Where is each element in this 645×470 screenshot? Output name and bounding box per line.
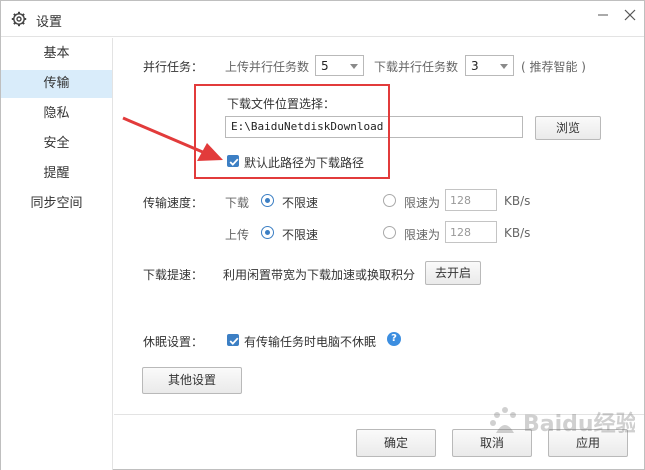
- sleep-settings-label: 休眠设置：: [143, 335, 204, 349]
- upload-limit-input[interactable]: 128: [445, 221, 497, 243]
- download-boost-description: 利用闲置带宽为下载加速或换取积分: [223, 268, 416, 282]
- download-unlimited-label: 不限速: [282, 196, 319, 210]
- sidebar-item-sync-space[interactable]: 同步空间: [1, 190, 112, 218]
- download-parallel-label: 下载并行任务数: [374, 60, 459, 74]
- upload-parallel-select[interactable]: 5: [315, 55, 364, 76]
- upload-limit-value: 128: [450, 226, 471, 239]
- upload-speed-unit: KB/s: [504, 226, 531, 240]
- sidebar-item-reminder[interactable]: 提醒: [1, 160, 112, 188]
- download-speed-label: 下载: [225, 196, 250, 210]
- minimize-icon[interactable]: [593, 5, 613, 25]
- close-icon[interactable]: [620, 5, 640, 25]
- upload-unlimited-radio[interactable]: [261, 226, 274, 239]
- title-bar: 设置: [1, 1, 644, 37]
- download-boost-label: 下载提速：: [143, 268, 204, 282]
- help-icon[interactable]: ?: [387, 332, 401, 346]
- upload-parallel-value: 5: [321, 59, 329, 73]
- download-limit-radio[interactable]: [383, 194, 396, 207]
- upload-unlimited-label: 不限速: [282, 228, 319, 242]
- download-unlimited-radio[interactable]: [261, 194, 274, 207]
- no-sleep-label: 有传输任务时电脑不休眠: [244, 335, 377, 349]
- download-limit-label: 限速为: [404, 196, 441, 210]
- parallel-hint: ( 推荐智能 ): [521, 60, 586, 74]
- upload-limit-radio[interactable]: [383, 226, 396, 239]
- baidu-watermark-logo: Baidu经验: [490, 407, 635, 437]
- checkmark-icon: [229, 337, 239, 345]
- download-parallel-value: 3: [471, 59, 479, 73]
- download-speed-unit: KB/s: [504, 194, 531, 208]
- parallel-tasks-label: 并行任务：: [143, 60, 204, 74]
- sidebar-item-basic[interactable]: 基本: [1, 40, 112, 68]
- upload-parallel-label: 上传并行任务数: [225, 60, 310, 74]
- ok-button[interactable]: 确定: [356, 429, 436, 457]
- chevron-down-icon: [500, 64, 508, 69]
- download-parallel-select[interactable]: 3: [465, 55, 514, 76]
- no-sleep-checkbox[interactable]: [227, 334, 239, 346]
- download-limit-input[interactable]: 128: [445, 189, 497, 211]
- watermark-text: Baidu经验: [523, 411, 635, 437]
- settings-sidebar: 基本 传输 隐私 安全 提醒 同步空间: [1, 38, 113, 470]
- upload-limit-label: 限速为: [404, 228, 441, 242]
- settings-window: 设置 基本 传输 隐私 安全 提醒 同步空间 并行任务： 上传并行任务数 5 下…: [0, 0, 645, 470]
- download-limit-value: 128: [450, 194, 471, 207]
- gear-icon: [11, 11, 27, 27]
- upload-speed-label: 上传: [225, 228, 250, 242]
- other-settings-button[interactable]: 其他设置: [142, 367, 242, 394]
- enable-boost-button[interactable]: 去开启: [425, 261, 481, 285]
- chevron-down-icon: [350, 64, 358, 69]
- browse-button[interactable]: 浏览: [535, 116, 601, 140]
- window-title: 设置: [36, 15, 63, 30]
- annotation-arrow-icon: [122, 116, 223, 161]
- sidebar-item-security[interactable]: 安全: [1, 130, 112, 158]
- transfer-speed-label: 传输速度：: [143, 196, 204, 210]
- sidebar-item-privacy[interactable]: 隐私: [1, 100, 112, 128]
- sidebar-item-transfer[interactable]: 传输: [1, 70, 112, 98]
